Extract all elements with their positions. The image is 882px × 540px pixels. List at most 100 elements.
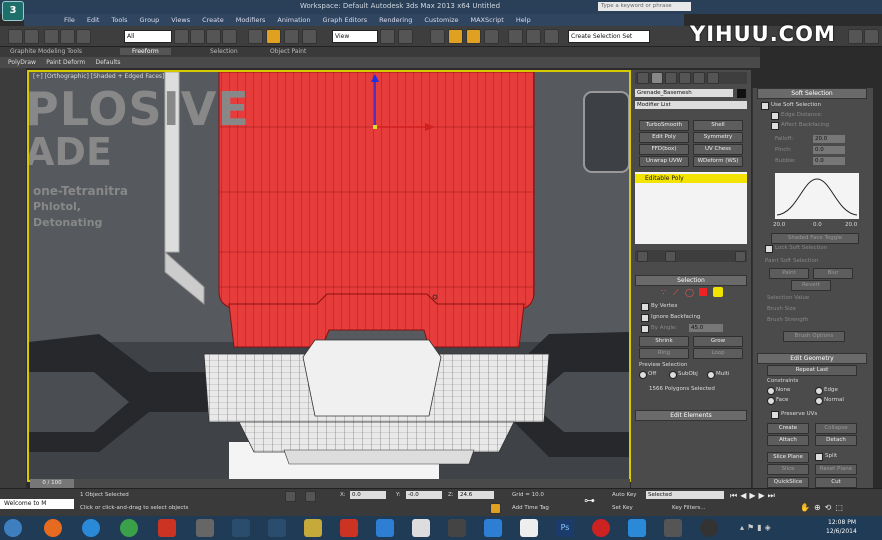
pivot-center-icon[interactable] xyxy=(380,29,395,44)
ring-button[interactable]: Ring xyxy=(639,348,689,359)
turbosmooth-button[interactable]: TurboSmooth xyxy=(639,120,689,131)
app-icon-blue[interactable] xyxy=(628,519,646,537)
menu-animation[interactable]: Animation xyxy=(277,14,310,26)
percent-snap-icon[interactable] xyxy=(466,29,481,44)
falloff-spinner[interactable]: 20.0 xyxy=(813,135,845,143)
select-object-icon[interactable] xyxy=(174,29,189,44)
unlink-icon[interactable] xyxy=(60,29,75,44)
grow-button[interactable]: Grow xyxy=(693,336,743,347)
menu-customize[interactable]: Customize xyxy=(424,14,458,26)
shaded-face-toggle-button[interactable]: Shaded Face Toggle xyxy=(771,233,859,244)
constraint-edge-radio[interactable] xyxy=(815,387,823,395)
angle-snap-icon[interactable] xyxy=(448,29,463,44)
constraint-none-radio[interactable] xyxy=(767,387,775,395)
document-icon[interactable] xyxy=(520,519,538,537)
repeat-last-button[interactable]: Repeat Last xyxy=(767,365,857,376)
edit-named-sets-icon[interactable] xyxy=(508,29,523,44)
select-manipulate-icon[interactable] xyxy=(398,29,413,44)
link-icon[interactable] xyxy=(44,29,59,44)
tab-object-paint[interactable]: Object Paint xyxy=(270,48,306,55)
time-slider[interactable]: 0 / 100 xyxy=(30,479,630,488)
polygon-icon[interactable] xyxy=(699,288,707,296)
by-vertex-checkbox[interactable] xyxy=(641,303,649,311)
isolate-selection-icon[interactable] xyxy=(285,491,296,502)
paint-button[interactable]: Paint xyxy=(769,268,809,279)
menu-modifiers[interactable]: Modifiers xyxy=(236,14,266,26)
playback-controls[interactable]: ⏮◀▶▶⏭ xyxy=(730,491,778,501)
collapse-button[interactable]: Collapse xyxy=(815,423,857,434)
filezilla-icon[interactable] xyxy=(158,519,176,537)
menu-views[interactable]: Views xyxy=(171,14,190,26)
search-input[interactable]: Type a keyword or phrase xyxy=(598,2,691,11)
modifier-list-select[interactable]: Modifier List xyxy=(635,101,747,109)
select-place-icon[interactable] xyxy=(302,29,317,44)
object-name-field[interactable]: Grenade_Basemesh xyxy=(635,89,733,97)
ribbon-polydraw[interactable]: PolyDraw xyxy=(8,59,36,66)
edge-icon[interactable]: ⟋ xyxy=(673,288,679,298)
constraint-normal-radio[interactable] xyxy=(815,397,823,405)
z-coord-field[interactable]: 24.6 xyxy=(458,491,494,499)
split-checkbox[interactable] xyxy=(815,453,823,461)
snaps-toggle-icon[interactable] xyxy=(430,29,445,44)
time-slider-thumb[interactable]: 0 / 100 xyxy=(30,479,74,488)
select-by-name-icon[interactable] xyxy=(190,29,205,44)
ignore-backfacing-checkbox[interactable] xyxy=(641,314,649,322)
align-icon[interactable] xyxy=(544,29,559,44)
utilities-tab-icon[interactable] xyxy=(707,72,719,84)
key-mode-select[interactable]: Selected xyxy=(646,491,724,499)
system-tray-icons[interactable]: ▴⚑▮◈ xyxy=(740,523,774,532)
undo-icon[interactable] xyxy=(8,29,23,44)
vertex-icon[interactable]: ∵ xyxy=(661,288,666,297)
preview-subobj-radio[interactable] xyxy=(669,371,677,379)
named-selection-set-select[interactable]: Create Selection Set xyxy=(568,30,650,43)
shrink-button[interactable]: Shrink xyxy=(639,336,689,347)
edit-poly-button[interactable]: Edit Poly xyxy=(639,132,689,143)
menu-edit[interactable]: Edit xyxy=(87,14,100,26)
window-crossing-icon[interactable] xyxy=(222,29,237,44)
notepad-icon[interactable] xyxy=(412,519,430,537)
symmetry-button[interactable]: Symmetry xyxy=(693,132,743,143)
app-icon-dark[interactable] xyxy=(700,519,718,537)
app-icon-circle[interactable] xyxy=(592,519,610,537)
x-coord-field[interactable]: 0.0 xyxy=(350,491,386,499)
tab-selection[interactable]: Selection xyxy=(210,48,238,55)
chrome-icon[interactable] xyxy=(120,519,138,537)
internet-explorer-icon[interactable] xyxy=(82,519,100,537)
spinner-snap-icon[interactable] xyxy=(484,29,499,44)
slice-button[interactable]: Slice xyxy=(767,464,809,475)
start-button-icon[interactable] xyxy=(4,519,22,537)
maxscript-listener[interactable]: Welcome to M xyxy=(0,499,74,509)
cut-button[interactable]: Cut xyxy=(815,477,857,488)
pinch-spinner[interactable]: 0.0 xyxy=(813,146,845,154)
dropbox-icon[interactable] xyxy=(376,519,394,537)
ffd-box-button[interactable]: FFD(box) xyxy=(639,144,689,155)
select-move-icon[interactable] xyxy=(248,29,263,44)
menu-file[interactable]: File xyxy=(64,14,75,26)
detach-button[interactable]: Detach xyxy=(815,435,857,446)
viewport-label[interactable]: [+] [Orthographic] [Shaded + Edged Faces… xyxy=(33,73,164,80)
menu-rendering[interactable]: Rendering xyxy=(379,14,412,26)
app-icon-red[interactable] xyxy=(340,519,358,537)
clock-time[interactable]: 12:08 PM xyxy=(828,519,856,526)
ribbon-paint-deform[interactable]: Paint Deform xyxy=(46,59,85,66)
set-key-button[interactable]: Set Key xyxy=(612,505,633,511)
3dsmax-task-icon[interactable] xyxy=(232,519,250,537)
reference-coordinate-select[interactable]: View xyxy=(332,30,378,43)
blur-button[interactable]: Blur xyxy=(813,268,853,279)
by-angle-checkbox[interactable] xyxy=(641,325,649,333)
brush-options-button[interactable]: Brush Options xyxy=(783,331,845,342)
key-icon[interactable]: ⊶ xyxy=(584,494,595,507)
firefox-icon[interactable] xyxy=(44,519,62,537)
by-angle-spinner[interactable]: 45.0 xyxy=(689,324,723,332)
menu-maxscript[interactable]: MAXScript xyxy=(471,14,504,26)
edit-geometry-rollout-header[interactable]: Edit Geometry xyxy=(757,353,867,364)
create-tab-icon[interactable] xyxy=(637,72,649,84)
object-color-swatch[interactable] xyxy=(737,89,746,98)
lock-soft-selection-checkbox[interactable] xyxy=(765,245,773,253)
clock-date[interactable]: 12/6/2014 xyxy=(826,528,857,535)
render-setup-icon[interactable] xyxy=(848,29,863,44)
affect-backfacing-checkbox[interactable] xyxy=(771,122,779,130)
add-time-tag-label[interactable]: Add Time Tag xyxy=(512,505,549,511)
pin-stack-icon[interactable] xyxy=(637,251,648,262)
edge-distance-checkbox[interactable] xyxy=(771,112,779,120)
